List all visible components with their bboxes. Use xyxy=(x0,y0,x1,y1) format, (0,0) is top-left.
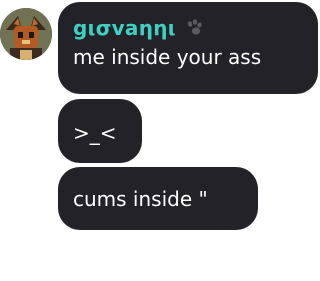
avatar-icon xyxy=(0,8,52,60)
message-text: >_< xyxy=(73,121,117,145)
message-text: cums inside " xyxy=(73,187,208,211)
paw-icon xyxy=(185,18,205,38)
message-header: gισvaηηι xyxy=(73,15,304,41)
username[interactable]: gισvaηηι xyxy=(73,16,176,40)
message-text: me inside your ass xyxy=(73,45,262,69)
chat-thread: gισvaηηι me inside your ass >_< cums ins… xyxy=(0,0,320,281)
message-bubble-3[interactable]: cums inside " xyxy=(58,167,258,230)
message-bubble-1[interactable]: gισvaηηι me inside your ass xyxy=(58,2,318,94)
avatar[interactable] xyxy=(0,8,52,60)
message-bubble-2[interactable]: >_< xyxy=(58,99,142,163)
